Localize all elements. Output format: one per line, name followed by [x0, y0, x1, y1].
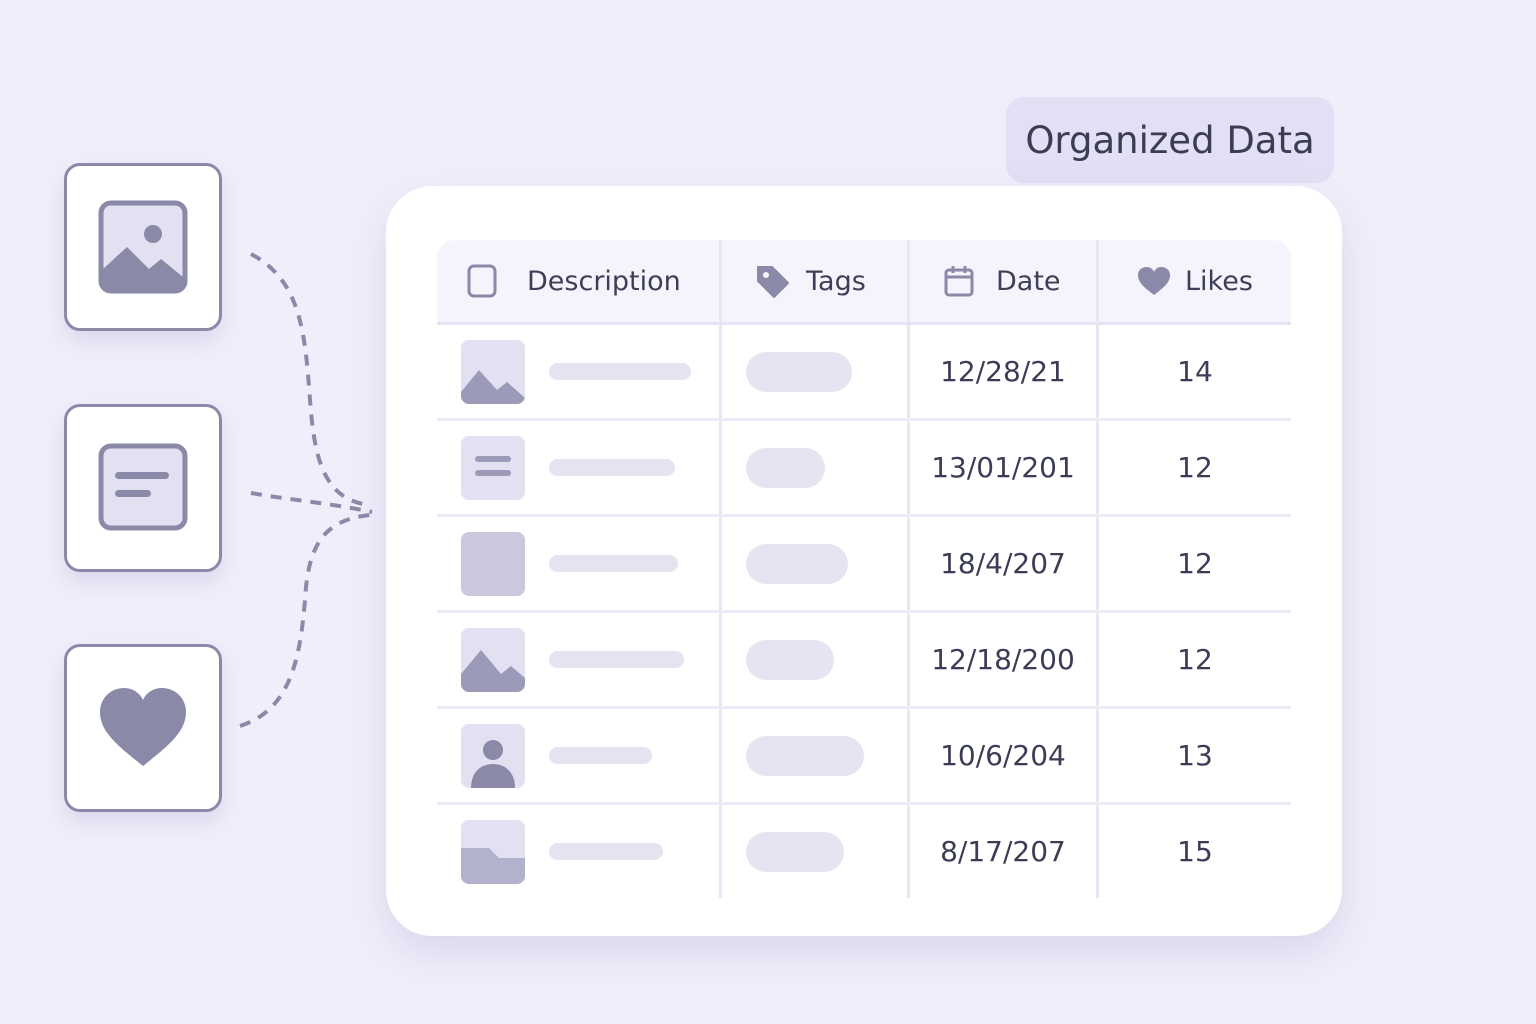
- likes-cell: 12: [1099, 613, 1291, 706]
- likes-cell: 12: [1099, 517, 1291, 610]
- likes-value: 14: [1177, 355, 1213, 388]
- description-placeholder: [549, 555, 678, 572]
- date-cell: 12/28/21: [910, 325, 1099, 418]
- heart-header-icon: [1138, 267, 1170, 295]
- description-placeholder: [549, 651, 684, 668]
- table-row[interactable]: 13/01/201 12: [437, 421, 1291, 517]
- mountain-image-icon: [461, 339, 525, 404]
- table-row[interactable]: 18/4/207 12: [437, 517, 1291, 613]
- description-cell: [437, 421, 722, 514]
- date-value: 8/17/207: [940, 835, 1066, 868]
- tag-pill[interactable]: [746, 543, 848, 584]
- description-cell: [437, 517, 722, 610]
- date-cell: 18/4/207: [910, 517, 1099, 610]
- image-icon: [98, 200, 188, 294]
- organized-data-badge: Organized Data: [1006, 97, 1334, 183]
- description-placeholder: [549, 843, 663, 860]
- connector-text: [250, 491, 373, 514]
- column-header-tags[interactable]: Tags: [722, 240, 910, 322]
- column-header-likes[interactable]: Likes: [1099, 240, 1291, 322]
- likes-cell: 15: [1099, 805, 1291, 898]
- date-cell: 13/01/201: [910, 421, 1099, 514]
- tags-cell: [722, 805, 910, 898]
- likes-cell: 12: [1099, 421, 1291, 514]
- tags-header-label: Tags: [806, 265, 866, 297]
- calendar-icon: [944, 266, 974, 297]
- data-table: Description Tags Date Likes 12/28/21 14 …: [437, 240, 1291, 898]
- date-value: 10/6/204: [940, 739, 1066, 772]
- description-placeholder: [549, 459, 675, 476]
- likes-value: 12: [1177, 643, 1213, 676]
- description-placeholder: [549, 363, 691, 380]
- heart-icon: [100, 688, 186, 766]
- connector-heart: [239, 513, 371, 728]
- date-value: 12/18/200: [931, 643, 1075, 676]
- table-row[interactable]: 10/6/204 13: [437, 709, 1291, 805]
- blank-square-icon: [461, 531, 525, 596]
- likes-value: 15: [1177, 835, 1213, 868]
- connector-image: [250, 252, 371, 507]
- tag-pill[interactable]: [746, 447, 825, 488]
- table-row[interactable]: 8/17/207 15: [437, 805, 1291, 898]
- tag-icon: [757, 266, 789, 298]
- image-source-card: [64, 163, 222, 331]
- date-cell: 8/17/207: [910, 805, 1099, 898]
- date-cell: 10/6/204: [910, 709, 1099, 802]
- document-icon: [98, 443, 188, 531]
- table-row[interactable]: 12/28/21 14: [437, 325, 1291, 421]
- tags-cell: [722, 613, 910, 706]
- checkbox-icon[interactable]: [467, 264, 497, 298]
- tag-pill[interactable]: [746, 735, 864, 776]
- mountain-image-icon: [461, 627, 525, 692]
- description-placeholder: [549, 747, 652, 764]
- tag-pill[interactable]: [746, 831, 844, 872]
- likes-cell: 14: [1099, 325, 1291, 418]
- date-cell: 12/18/200: [910, 613, 1099, 706]
- tag-pill[interactable]: [746, 351, 852, 392]
- date-value: 18/4/207: [940, 547, 1066, 580]
- date-value: 13/01/201: [931, 451, 1075, 484]
- landscape-icon: [461, 819, 525, 884]
- tags-cell: [722, 517, 910, 610]
- description-cell: [437, 805, 722, 898]
- column-header-date[interactable]: Date: [910, 240, 1099, 322]
- tags-cell: [722, 421, 910, 514]
- description-cell: [437, 709, 722, 802]
- likes-value: 12: [1177, 547, 1213, 580]
- person-icon: [461, 723, 525, 788]
- likes-value: 12: [1177, 451, 1213, 484]
- column-header-description[interactable]: Description: [437, 240, 722, 322]
- description-cell: [437, 325, 722, 418]
- table-row[interactable]: 12/18/200 12: [437, 613, 1291, 709]
- likes-header-label: Likes: [1185, 265, 1253, 297]
- date-value: 12/28/21: [940, 355, 1066, 388]
- likes-value: 13: [1177, 739, 1213, 772]
- description-cell: [437, 613, 722, 706]
- table-header: Description Tags Date Likes: [437, 240, 1291, 325]
- tags-cell: [722, 325, 910, 418]
- document-source-card: [64, 404, 222, 572]
- heart-source-card: [64, 644, 222, 812]
- description-header-label: Description: [527, 265, 681, 297]
- tag-pill[interactable]: [746, 639, 834, 680]
- date-header-label: Date: [996, 265, 1061, 297]
- likes-cell: 13: [1099, 709, 1291, 802]
- text-lines-icon: [461, 435, 525, 500]
- tags-cell: [722, 709, 910, 802]
